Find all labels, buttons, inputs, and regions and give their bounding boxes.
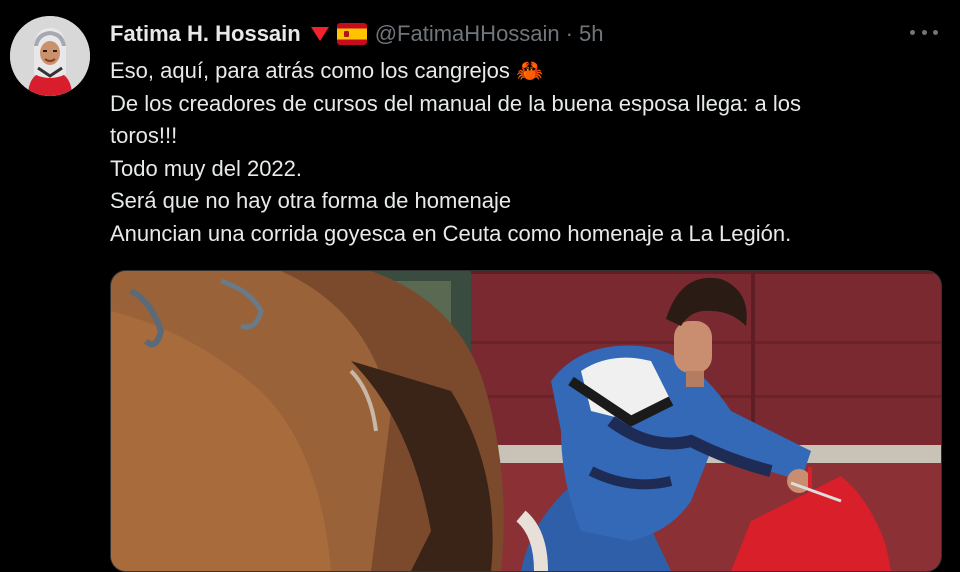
tweet-media-photo[interactable] [110, 270, 942, 572]
timestamp[interactable]: 5h [579, 21, 603, 47]
tweet-line: Será que no hay otra forma de homenaje [110, 188, 512, 213]
spain-flag-icon [336, 23, 367, 45]
separator-dot: · [565, 21, 573, 46]
tweet-line: Eso, aquí, para atrás como los cangrejos… [110, 55, 910, 88]
red-triangle-icon [309, 24, 331, 44]
more-options-icon[interactable] [910, 22, 938, 42]
author-handle[interactable]: @FatimaHHossain [375, 21, 560, 47]
tweet-line: Todo muy del 2022. [110, 155, 303, 181]
tweet-line-text: Eso, aquí, para atrás como los cangrejos [110, 58, 510, 83]
avatar[interactable] [10, 16, 90, 96]
tweet-line: Anuncian una corrida goyesca en Ceuta co… [110, 220, 792, 246]
tweet[interactable]: Fatima H. Hossain @FatimaHHossain · 5h E… [0, 0, 960, 572]
tweet-header: Fatima H. Hossain @FatimaHHossain · 5h [110, 18, 603, 50]
crab-emoji: 🦀 [516, 58, 544, 83]
tweet-line: De los creadores de cursos del manual de… [110, 90, 801, 116]
tweet-line: toros!!! [110, 123, 178, 148]
author-name[interactable]: Fatima H. Hossain [110, 21, 301, 47]
tweet-text: Eso, aquí, para atrás como los cangrejos… [110, 55, 910, 250]
